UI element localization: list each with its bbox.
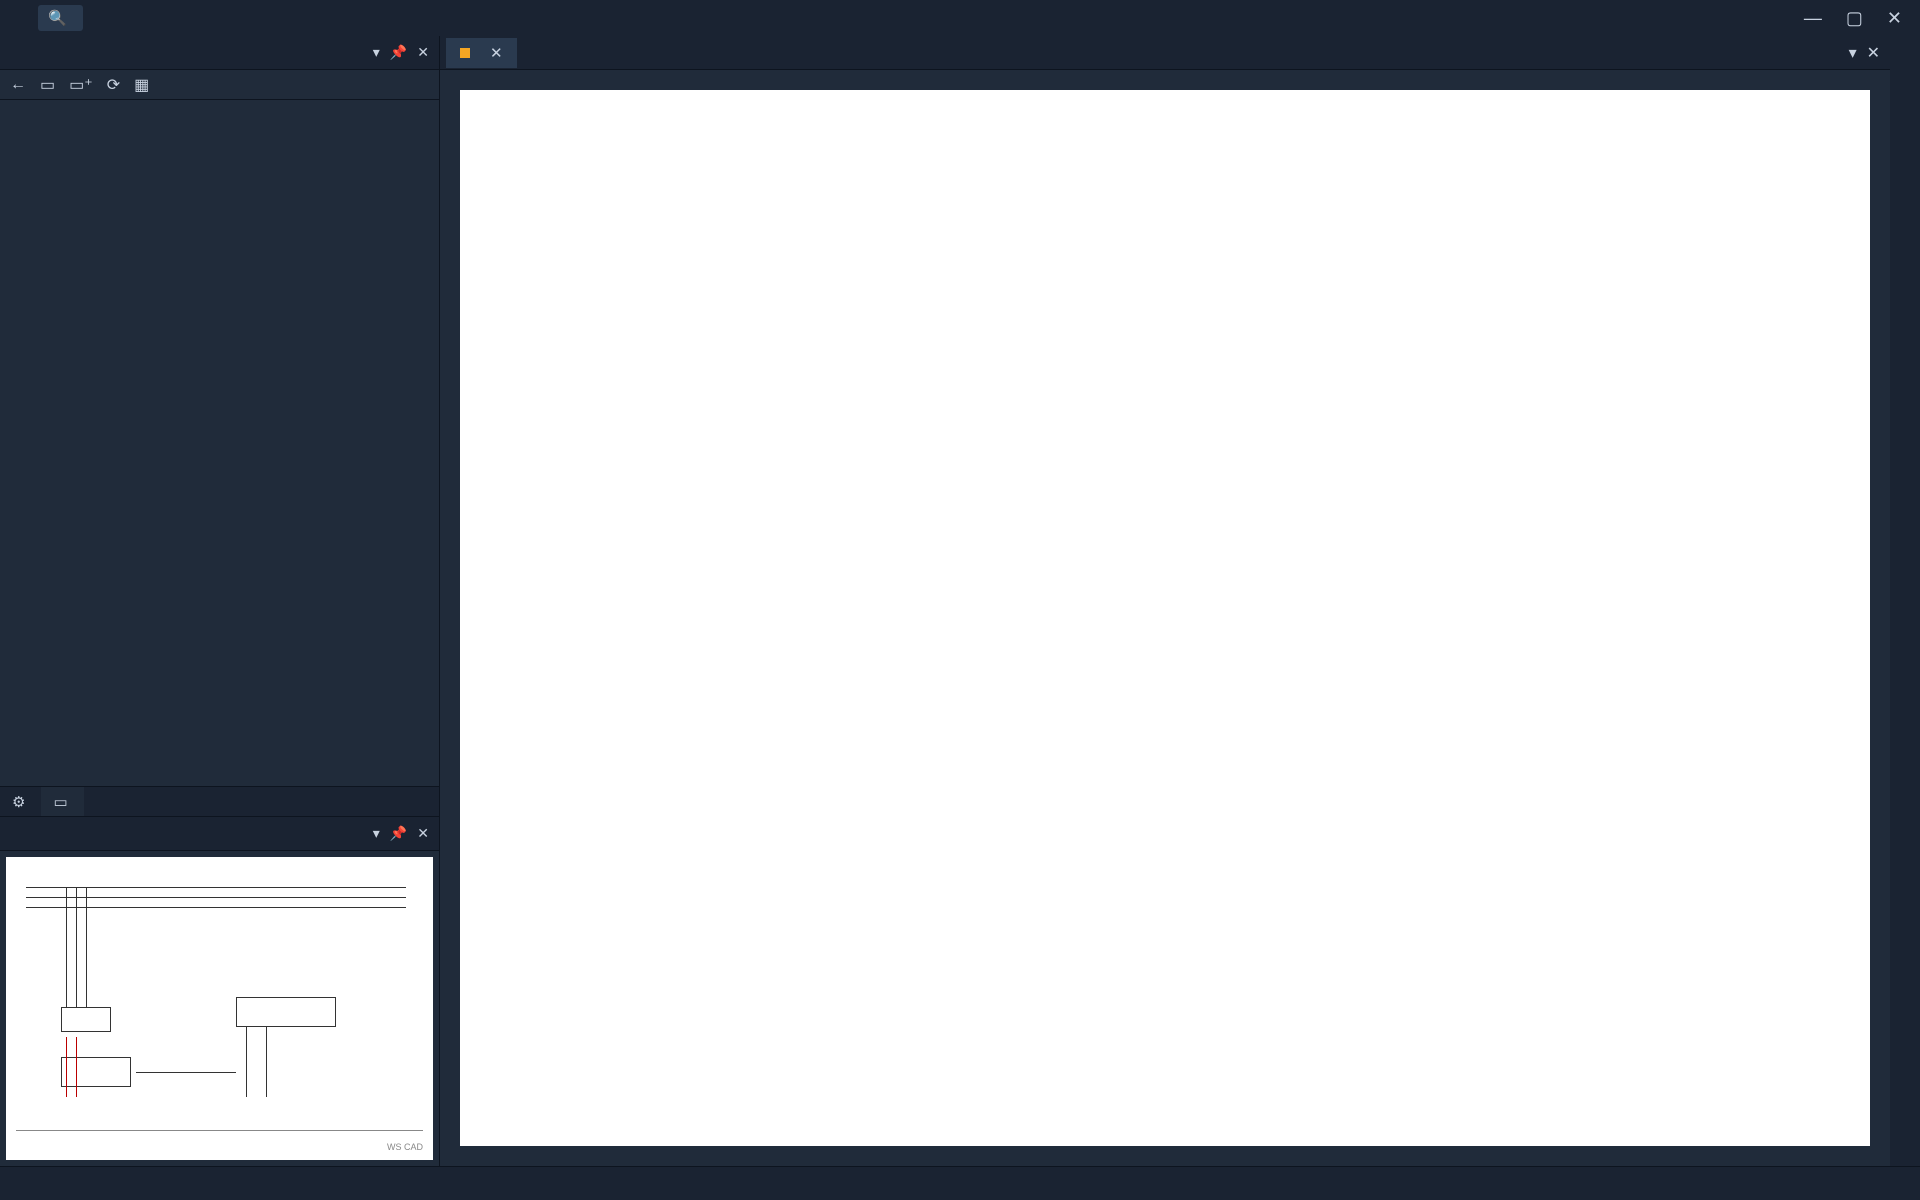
preview-pin-icon[interactable]: 📌 xyxy=(390,825,407,842)
close-button[interactable]: ✕ xyxy=(1887,8,1902,29)
preview-header: ▾ 📌 ✕ xyxy=(0,817,439,851)
tab-menu-icon[interactable]: ▾ xyxy=(1849,43,1857,63)
new-folder-icon[interactable]: ▭⁺ xyxy=(69,75,93,95)
maximize-button[interactable]: ▢ xyxy=(1846,8,1863,29)
menubar: 🔍 — ▢ ✕ xyxy=(0,0,1920,36)
project-tree[interactable] xyxy=(0,100,439,786)
folder-icon[interactable]: ▭ xyxy=(40,75,55,95)
panel-dropdown-icon[interactable]: ▾ xyxy=(373,44,380,61)
tab-icon xyxy=(460,48,470,58)
search-box[interactable]: 🔍 xyxy=(38,5,83,31)
statusbar xyxy=(0,1166,1920,1200)
tab-close-icon[interactable]: ✕ xyxy=(490,44,503,62)
preview-dropdown-icon[interactable]: ▾ xyxy=(373,825,380,842)
project-explorer-header: ▾ 📌 ✕ xyxy=(0,36,439,70)
preview-close-icon[interactable]: ✕ xyxy=(417,825,429,842)
panel-close-icon[interactable]: ✕ xyxy=(417,44,429,61)
back-icon[interactable]: ← xyxy=(10,76,26,94)
tab-properties[interactable]: ⚙ xyxy=(0,787,41,816)
document-tab[interactable]: ✕ xyxy=(446,38,517,68)
panel-pin-icon[interactable]: 📌 xyxy=(390,44,407,61)
tab-close-all-icon[interactable]: ✕ xyxy=(1867,43,1880,63)
minimize-button[interactable]: — xyxy=(1804,8,1822,29)
explorer-toolbar: ← ▭ ▭⁺ ⟳ ▦ xyxy=(0,70,439,100)
refresh-icon[interactable]: ⟳ xyxy=(107,75,120,95)
tab-project-explorer[interactable]: ▭ xyxy=(41,787,83,816)
filter-icon[interactable]: ▦ xyxy=(134,75,149,95)
search-icon: 🔍 xyxy=(48,9,67,27)
preview-canvas: WS CAD xyxy=(6,857,433,1160)
schematic-canvas[interactable] xyxy=(460,90,1870,1146)
